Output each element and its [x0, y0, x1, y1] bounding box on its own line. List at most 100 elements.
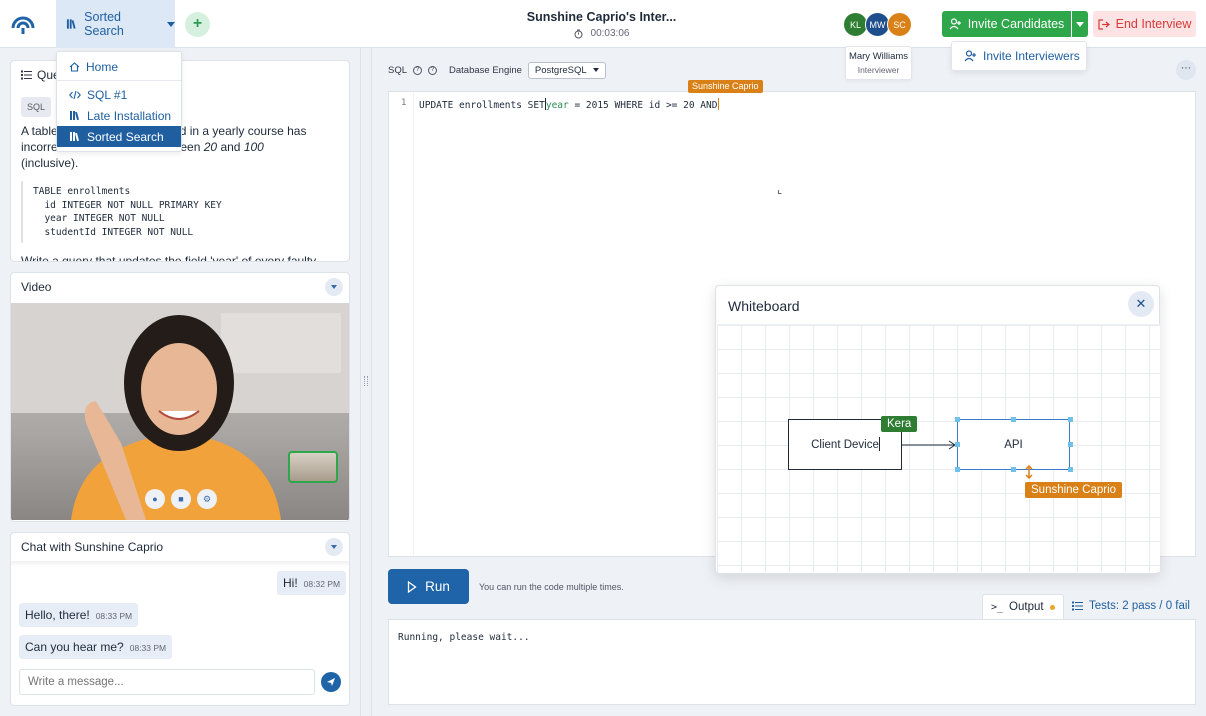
resize-handle[interactable] — [1068, 442, 1073, 447]
menu-item-late-installation[interactable]: Late Installation — [57, 105, 181, 126]
video-panel-header: Video — [11, 273, 349, 301]
invite-candidates-label: Invite Candidates — [967, 17, 1065, 31]
run-hint: You can run the code multiple times. — [479, 582, 624, 592]
session-info: Sunshine Caprio's Inter... 00:03:06 — [500, 10, 703, 39]
resize-handle[interactable] — [1068, 417, 1073, 422]
chat-message: Can you hear me? 08:33 PM — [19, 635, 173, 659]
resize-handle[interactable] — [955, 467, 960, 472]
resize-handle[interactable] — [1011, 417, 1016, 422]
whiteboard-window: Whiteboard ✕ Client Device API Kera Suns… — [715, 285, 1160, 574]
end-interview-button[interactable]: End Interview — [1093, 11, 1196, 37]
connector-arrow[interactable] — [902, 439, 958, 451]
menu-item-home[interactable]: Home — [57, 56, 181, 77]
help-icon[interactable]: ? — [413, 65, 423, 75]
menu-item-label: Home — [86, 59, 119, 74]
run-button[interactable]: Run — [388, 569, 469, 604]
output-console: Running, please wait... — [388, 619, 1196, 705]
camera-icon[interactable]: ■ — [171, 489, 191, 509]
drag-grip-icon — [364, 376, 368, 386]
self-video-thumbnail[interactable] — [288, 451, 338, 483]
question-text: A table — [21, 124, 58, 138]
panel-resize-handle[interactable] — [360, 48, 372, 716]
tab-output[interactable]: >_ Output — [982, 594, 1064, 619]
menu-item-sorted-search[interactable]: Sorted Search — [57, 126, 181, 147]
question-number: 100 — [243, 140, 264, 154]
mouse-ibeam-icon: ⌞ — [777, 184, 783, 196]
chat-message-time: 08:32 PM — [303, 579, 341, 589]
terminal-icon: >_ — [991, 601, 1004, 613]
question-text: (inclusive). — [21, 156, 79, 170]
close-whiteboard-button[interactable]: ✕ — [1128, 291, 1154, 317]
timer-value: 00:03:06 — [590, 28, 630, 39]
output-tab-label: Output — [1009, 601, 1044, 613]
resize-handle[interactable] — [955, 417, 960, 422]
chevron-down-icon — [167, 21, 175, 27]
question-switcher[interactable]: Sorted Search — [56, 0, 175, 48]
avatar-sc[interactable]: SC — [887, 12, 912, 37]
code-line[interactable]: UPDATE enrollments SETyear = 2015 WHERE … — [419, 98, 720, 111]
tests-tab-label: Tests: 2 pass / 0 fail — [1089, 600, 1190, 612]
schema-block: TABLE enrollments id INTEGER NOT NULL PR… — [21, 181, 339, 243]
status-dot — [1049, 604, 1055, 610]
whiteboard-title: Whiteboard — [728, 298, 800, 314]
question-tail: Write a query that updates the field 'ye… — [21, 254, 317, 261]
engine-value: PostgreSQL — [534, 64, 587, 76]
database-engine-select[interactable]: PostgreSQL — [527, 61, 606, 79]
chat-message-input[interactable] — [19, 669, 315, 695]
send-message-button[interactable] — [321, 672, 341, 692]
node-label: Client Device — [811, 438, 879, 451]
chat-panel: Chat with Sunshine Caprio Hi! 08:32 PM He… — [10, 532, 350, 706]
candidate-video-image — [11, 303, 349, 520]
line-number: 1 — [401, 98, 407, 108]
chat-message-text: Hello, there! — [25, 608, 90, 622]
add-user-icon — [964, 50, 976, 62]
engine-label: Database Engine — [449, 64, 522, 76]
collapse-video-button[interactable] — [325, 278, 343, 296]
code-token: year — [545, 100, 569, 111]
add-question-button[interactable]: + — [185, 12, 210, 37]
library-icon — [66, 19, 76, 29]
language-tag: SQL — [21, 97, 52, 117]
resize-vertical-cursor-icon — [1025, 465, 1033, 479]
exit-icon — [1098, 18, 1110, 30]
invite-interviewers-option[interactable]: Invite Interviewers — [951, 41, 1087, 71]
peer-cursor-kera: Kera — [881, 416, 918, 432]
more-options-button[interactable]: ⋯ — [1176, 60, 1196, 80]
chat-message-text: Can you hear me? — [25, 640, 124, 654]
chat-message: Hello, there! 08:33 PM — [19, 603, 139, 627]
menu-item-sql-1[interactable]: SQL #1 — [57, 84, 181, 105]
question-text: incorre — [21, 140, 58, 154]
whiteboard-canvas[interactable]: Client Device API Kera Sunshine Caprio — [717, 324, 1160, 572]
menu-divider — [57, 80, 181, 81]
invite-candidates-button[interactable]: Invite Candidates — [942, 11, 1071, 37]
home-icon — [69, 61, 80, 72]
peer-cursor-sunshine: Sunshine Caprio — [1025, 482, 1123, 498]
collapse-chat-button[interactable] — [325, 538, 343, 556]
chat-message-time: 08:33 PM — [95, 611, 133, 621]
resize-handle[interactable] — [955, 442, 960, 447]
menu-item-label: Late Installation — [87, 108, 172, 123]
app-logo-icon[interactable] — [10, 12, 36, 36]
video-panel-title: Video — [21, 280, 52, 294]
invite-options-dropdown[interactable] — [1072, 11, 1088, 37]
help-icon[interactable]: ? — [428, 65, 438, 75]
node-api[interactable]: API — [957, 419, 1070, 470]
line-gutter: 1 — [389, 92, 414, 556]
resize-handle[interactable] — [1068, 467, 1073, 472]
editor-toolbar: SQL ? ? Database Engine PostgreSQL — [388, 60, 606, 80]
language-label: SQL — [388, 64, 408, 76]
library-icon — [70, 111, 80, 121]
menu-item-label: Sorted Search — [87, 129, 164, 144]
tab-tests[interactable]: Tests: 2 pass / 0 fail — [1072, 600, 1190, 612]
microphone-icon[interactable]: ● — [145, 489, 165, 509]
output-text: Running, please wait... — [398, 632, 530, 643]
chat-message: Hi! 08:32 PM — [277, 571, 347, 595]
chat-header-shadow — [11, 561, 349, 567]
settings-gear-icon[interactable]: ⚙ — [197, 489, 217, 509]
tooltip-role: Interviewer — [857, 65, 900, 75]
question-dropdown-menu: Home SQL #1 Late Installation Sorted Sea… — [56, 51, 182, 152]
code-token: UPDATE enrollments SET — [419, 100, 545, 111]
resize-handle[interactable] — [1011, 467, 1016, 472]
list-icon — [21, 70, 32, 80]
code-icon — [69, 90, 81, 99]
